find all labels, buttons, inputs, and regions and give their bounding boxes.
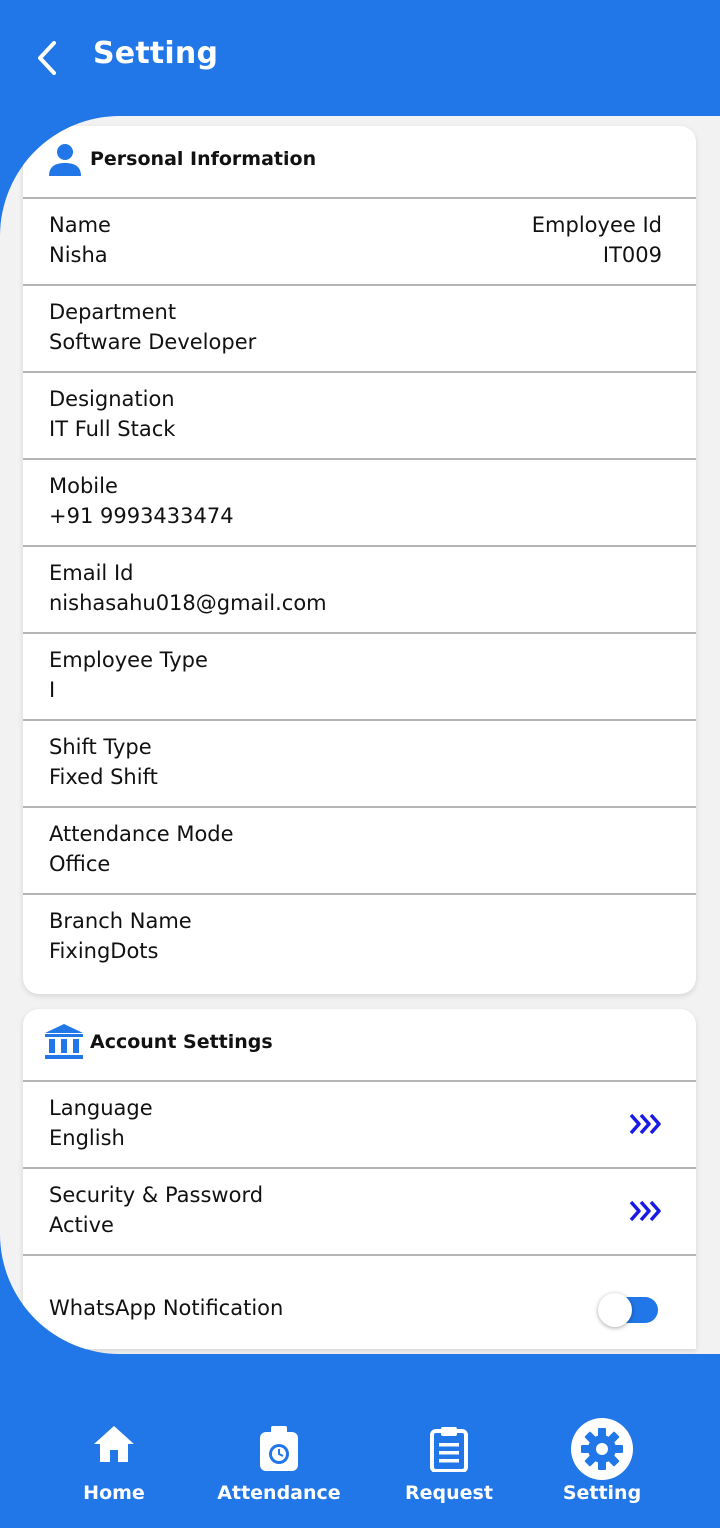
back-arrow-icon[interactable]	[32, 38, 62, 78]
department-row: Department Software Developer	[23, 286, 696, 373]
home-icon	[94, 1426, 134, 1462]
branch-name-row: Branch Name FixingDots	[23, 895, 696, 980]
attendance-mode-label: Attendance Mode	[49, 822, 234, 846]
page-title: Setting	[93, 36, 219, 71]
triple-chevron-right-icon[interactable]	[628, 1112, 664, 1136]
employee-type-row: Employee Type I	[23, 634, 696, 721]
settings-content: Personal Information Name Nisha Employee…	[0, 116, 720, 1354]
account-settings-title: Account Settings	[90, 1031, 273, 1053]
nav-label-request: Request	[405, 1482, 493, 1504]
security-password-value: Active	[49, 1213, 114, 1237]
nav-item-setting[interactable]: Setting	[517, 1354, 687, 1528]
bottom-navigation: Home Attendance Request Setting	[0, 1354, 720, 1528]
designation-row: Designation IT Full Stack	[23, 373, 696, 460]
employee-id-value: IT009	[602, 243, 662, 267]
person-icon	[49, 144, 81, 176]
gear-icon	[581, 1428, 623, 1470]
nav-label-attendance: Attendance	[217, 1482, 341, 1504]
personal-information-title: Personal Information	[90, 148, 317, 170]
shift-type-label: Shift Type	[49, 735, 152, 759]
attendance-mode-row: Attendance Mode Office	[23, 808, 696, 895]
security-password-row[interactable]: Security & Password Active	[23, 1169, 696, 1256]
bank-icon	[45, 1024, 83, 1059]
whatsapp-notification-row: WhatsApp Notification	[23, 1256, 696, 1354]
attendance-mode-value: Office	[49, 852, 111, 876]
nav-label-home: Home	[83, 1482, 145, 1504]
employee-id-label: Employee Id	[531, 213, 662, 237]
account-settings-card: Account Settings Language English Securi…	[23, 1009, 696, 1349]
personal-information-header: Personal Information	[23, 126, 696, 199]
department-label: Department	[49, 300, 177, 324]
designation-label: Designation	[49, 387, 175, 411]
triple-chevron-right-icon[interactable]	[628, 1199, 664, 1223]
whatsapp-notification-toggle[interactable]	[598, 1293, 658, 1327]
account-settings-header: Account Settings	[23, 1009, 696, 1082]
name-value: Nisha	[49, 243, 108, 267]
request-icon	[430, 1427, 468, 1472]
language-value: English	[49, 1126, 125, 1150]
language-row[interactable]: Language English	[23, 1082, 696, 1169]
shift-type-value: Fixed Shift	[49, 765, 158, 789]
employee-type-value: I	[49, 678, 56, 702]
email-value: nishasahu018@gmail.com	[49, 591, 327, 615]
name-label: Name	[49, 213, 111, 237]
nav-item-home[interactable]: Home	[29, 1354, 199, 1528]
language-label: Language	[49, 1096, 153, 1120]
email-row: Email Id nishasahu018@gmail.com	[23, 547, 696, 634]
security-password-label: Security & Password	[49, 1183, 264, 1207]
department-value: Software Developer	[49, 330, 257, 354]
mobile-row: Mobile +91 9993433474	[23, 460, 696, 547]
employee-type-label: Employee Type	[49, 648, 208, 672]
app-header: Setting	[0, 0, 720, 116]
nav-item-attendance[interactable]: Attendance	[194, 1354, 364, 1528]
mobile-label: Mobile	[49, 474, 118, 498]
toggle-knob	[598, 1293, 632, 1327]
email-label: Email Id	[49, 561, 134, 585]
attendance-icon	[260, 1426, 298, 1471]
personal-information-card: Personal Information Name Nisha Employee…	[23, 126, 696, 994]
branch-name-value: FixingDots	[49, 939, 159, 963]
mobile-value: +91 9993433474	[49, 504, 234, 528]
nav-item-request[interactable]: Request	[364, 1354, 534, 1528]
shift-type-row: Shift Type Fixed Shift	[23, 721, 696, 808]
designation-value: IT Full Stack	[49, 417, 176, 441]
nav-label-setting: Setting	[562, 1482, 642, 1504]
whatsapp-notification-label: WhatsApp Notification	[49, 1296, 284, 1320]
branch-name-label: Branch Name	[49, 909, 192, 933]
name-employee-id-row: Name Nisha Employee Id IT009	[23, 199, 696, 286]
